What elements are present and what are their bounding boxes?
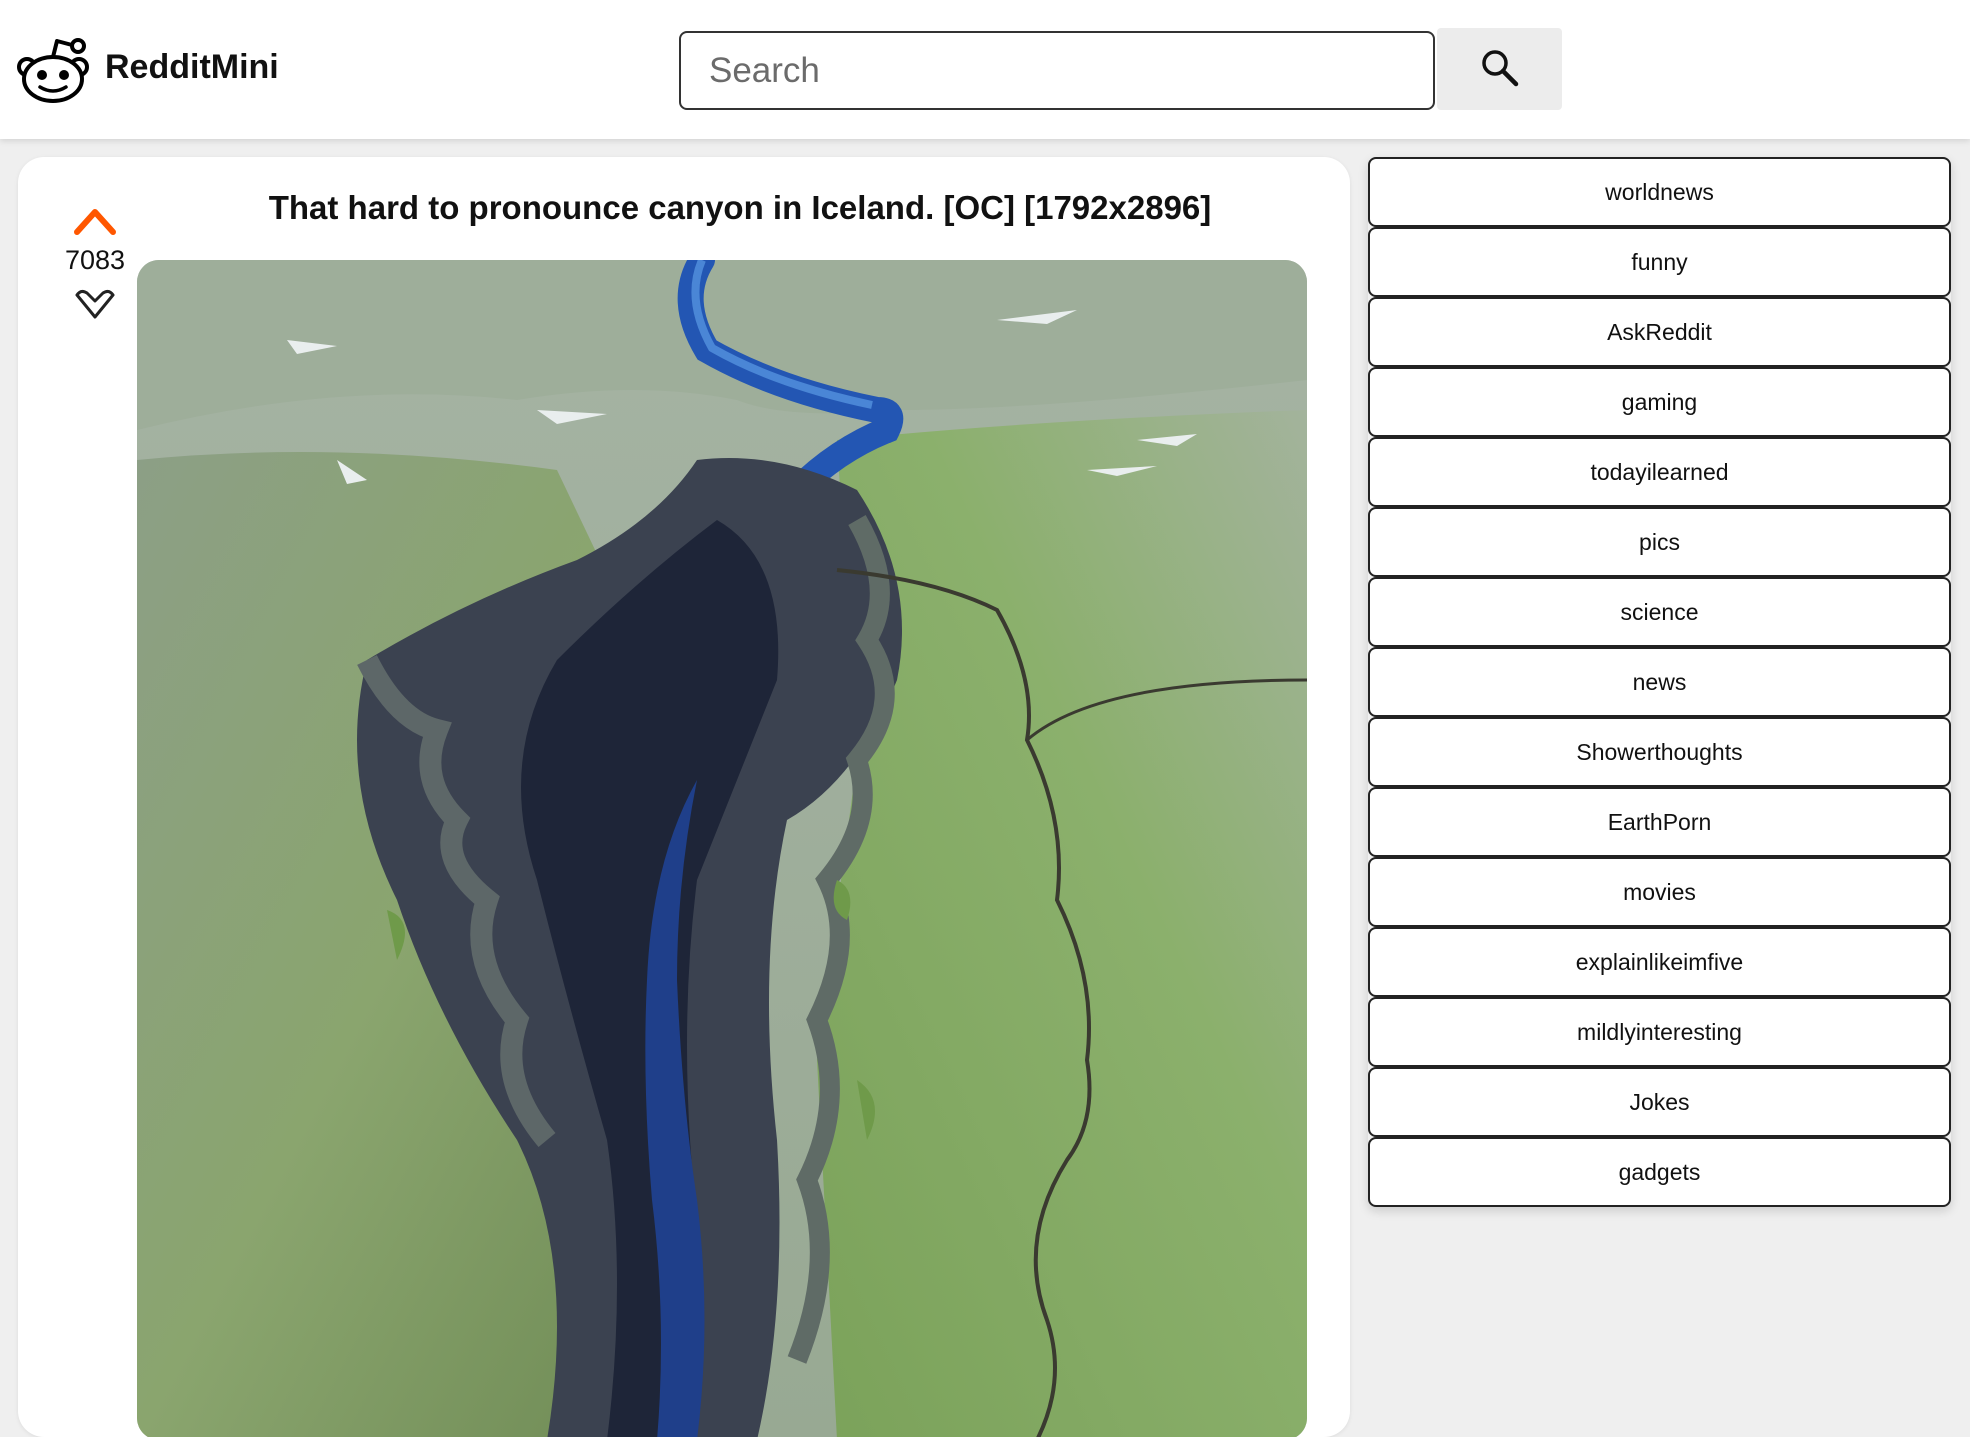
subreddit-button-earthporn[interactable]: EarthPorn <box>1368 787 1951 857</box>
search-button[interactable] <box>1437 28 1562 110</box>
subreddit-button-pics[interactable]: pics <box>1368 507 1951 577</box>
subreddit-button-news[interactable]: news <box>1368 647 1951 717</box>
top-header: RedditMini <box>0 0 1970 139</box>
post-image-canyon[interactable] <box>137 260 1307 1437</box>
subreddit-button-funny[interactable]: funny <box>1368 227 1951 297</box>
post-title[interactable]: That hard to pronounce canyon in Iceland… <box>134 189 1346 227</box>
subreddit-button-movies[interactable]: movies <box>1368 857 1951 927</box>
search-input[interactable] <box>679 31 1435 110</box>
subreddit-button-gaming[interactable]: gaming <box>1368 367 1951 437</box>
subreddit-sidebar: worldnews funny AskReddit gaming todayilearn… <box>1368 157 1951 1207</box>
post-card: 7083 That hard to pronounce canyon in Ic… <box>18 157 1350 1437</box>
brand-name[interactable]: RedditMini <box>105 48 279 87</box>
search-icon <box>1480 48 1520 91</box>
subreddit-button-explainlikeimfive[interactable]: explainlikeimfive <box>1368 927 1951 997</box>
subreddit-button-worldnews[interactable]: worldnews <box>1368 157 1951 227</box>
subreddit-button-mildlyinteresting[interactable]: mildlyinteresting <box>1368 997 1951 1067</box>
subreddit-button-science[interactable]: science <box>1368 577 1951 647</box>
reddit-alien-logo-icon[interactable] <box>16 35 90 105</box>
subreddit-button-askreddit[interactable]: AskReddit <box>1368 297 1951 367</box>
upvote-arrow-icon[interactable] <box>70 201 120 241</box>
downvote-heart-icon[interactable] <box>70 284 120 326</box>
subreddit-button-jokes[interactable]: Jokes <box>1368 1067 1951 1137</box>
post-score: 7083 <box>64 245 126 275</box>
subreddit-button-todayilearned[interactable]: todayilearned <box>1368 437 1951 507</box>
subreddit-button-gadgets[interactable]: gadgets <box>1368 1137 1951 1207</box>
subreddit-button-showerthoughts[interactable]: Showerthoughts <box>1368 717 1951 787</box>
